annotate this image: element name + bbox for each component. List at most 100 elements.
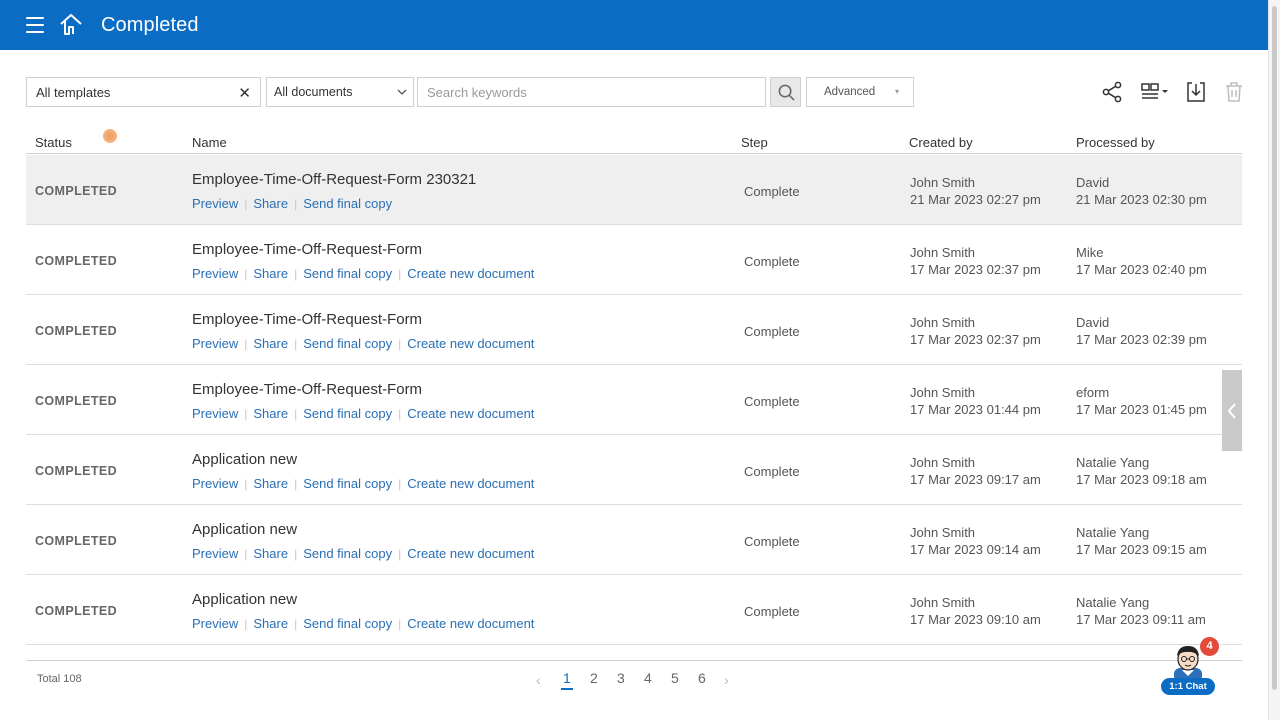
- column-header-processed-by[interactable]: Processed by: [1076, 135, 1155, 150]
- send-final-copy-link[interactable]: Send final copy: [303, 616, 392, 631]
- share-link[interactable]: Share: [253, 406, 288, 421]
- chevron-down-icon: [397, 89, 407, 95]
- documents-filter-select[interactable]: All documents: [266, 77, 414, 107]
- share-link[interactable]: Share: [253, 266, 288, 281]
- created-by-name: John Smith: [910, 525, 976, 540]
- share-link[interactable]: Share: [253, 616, 288, 631]
- document-name[interactable]: Application new: [192, 591, 297, 608]
- template-filter-value: All templates: [36, 85, 111, 100]
- separator: |: [244, 197, 248, 211]
- template-filter[interactable]: All templates ✕: [26, 77, 261, 107]
- document-name[interactable]: Employee-Time-Off-Request-Form: [192, 311, 422, 328]
- send-final-copy-link[interactable]: Send final copy: [303, 196, 392, 211]
- chat-label: 1:1 Chat: [1161, 678, 1215, 695]
- search-input[interactable]: [417, 77, 766, 107]
- table-row[interactable]: COMPLETED Application new Preview | Share | Se…: [26, 575, 1242, 645]
- created-at: 21 Mar 2023 02:27 pm: [910, 191, 1041, 207]
- document-name[interactable]: Application new: [192, 451, 297, 468]
- create-new-document-link[interactable]: Create new document: [407, 406, 534, 421]
- preview-link[interactable]: Preview: [192, 546, 238, 561]
- share-link[interactable]: Share: [253, 546, 288, 561]
- page-6[interactable]: 6: [698, 670, 706, 686]
- separator: |: [294, 267, 298, 281]
- create-new-document-link[interactable]: Create new document: [407, 336, 534, 351]
- share-icon[interactable]: [1100, 80, 1124, 104]
- created-by-cell: John Smith 17 Mar 2023 09:14 am: [910, 525, 1041, 558]
- separator: |: [294, 197, 298, 211]
- vertical-scrollbar[interactable]: [1268, 0, 1280, 720]
- layout-view-icon[interactable]: [1140, 80, 1172, 104]
- scrollbar-thumb[interactable]: [1272, 6, 1277, 690]
- status-badge: COMPLETED: [35, 604, 118, 618]
- column-header-step[interactable]: Step: [741, 135, 768, 150]
- step-value: Complete: [744, 254, 800, 269]
- top-app-bar: Completed: [0, 0, 1268, 50]
- table-row[interactable]: COMPLETED Employee-Time-Off-Request-Form P…: [26, 365, 1242, 435]
- separator: |: [244, 477, 248, 491]
- share-link[interactable]: Share: [253, 336, 288, 351]
- send-final-copy-link[interactable]: Send final copy: [303, 546, 392, 561]
- preview-link[interactable]: Preview: [192, 196, 238, 211]
- menu-icon[interactable]: [26, 17, 44, 33]
- created-by-cell: John Smith 21 Mar 2023 02:27 pm: [910, 175, 1041, 208]
- page-5[interactable]: 5: [671, 670, 679, 686]
- separator: |: [244, 617, 248, 631]
- chat-widget[interactable]: 1:1 Chat 4: [1160, 637, 1220, 698]
- row-actions: Preview | Share | Send final copy | Create new…: [192, 336, 534, 351]
- page-4[interactable]: 4: [644, 670, 652, 686]
- separator: |: [294, 617, 298, 631]
- page-2[interactable]: 2: [590, 670, 598, 686]
- document-name[interactable]: Employee-Time-Off-Request-Form: [192, 381, 422, 398]
- side-panel-toggle[interactable]: [1222, 370, 1242, 451]
- created-by-name: John Smith: [910, 455, 976, 470]
- processed-at: 17 Mar 2023 02:40 pm: [1076, 261, 1207, 277]
- advanced-button[interactable]: Advanced ▾: [806, 77, 914, 107]
- created-by-cell: John Smith 17 Mar 2023 02:37 pm: [910, 245, 1041, 278]
- sort-indicator-icon[interactable]: [103, 129, 117, 143]
- close-icon[interactable]: ✕: [238, 84, 251, 102]
- processed-by-cell: Natalie Yang 17 Mar 2023 09:15 am: [1076, 525, 1207, 558]
- column-header-name[interactable]: Name: [192, 135, 227, 150]
- processed-at: 17 Mar 2023 02:39 pm: [1076, 331, 1207, 347]
- create-new-document-link[interactable]: Create new document: [407, 546, 534, 561]
- create-new-document-link[interactable]: Create new document: [407, 616, 534, 631]
- preview-link[interactable]: Preview: [192, 266, 238, 281]
- send-final-copy-link[interactable]: Send final copy: [303, 406, 392, 421]
- send-final-copy-link[interactable]: Send final copy: [303, 336, 392, 351]
- download-icon[interactable]: [1184, 80, 1208, 104]
- processed-at: 17 Mar 2023 09:18 am: [1076, 471, 1207, 487]
- preview-link[interactable]: Preview: [192, 616, 238, 631]
- table-row[interactable]: COMPLETED Employee-Time-Off-Request-Form …: [26, 155, 1242, 225]
- table-row[interactable]: COMPLETED Application new Preview | Share | Se…: [26, 505, 1242, 575]
- preview-link[interactable]: Preview: [192, 476, 238, 491]
- chevron-left-icon[interactable]: ‹: [536, 672, 541, 688]
- table-row[interactable]: COMPLETED Application new Preview | Share | Se…: [26, 435, 1242, 505]
- document-name[interactable]: Employee-Time-Off-Request-Form 230321: [192, 171, 476, 188]
- home-icon[interactable]: [59, 13, 83, 37]
- share-link[interactable]: Share: [253, 476, 288, 491]
- advanced-label: Advanced: [824, 86, 876, 98]
- trash-icon[interactable]: [1222, 80, 1246, 104]
- page-1[interactable]: 1: [561, 670, 573, 690]
- search-button[interactable]: [770, 77, 801, 107]
- row-actions: Preview | Share | Send final copy | Create new…: [192, 476, 534, 491]
- column-header-created-by[interactable]: Created by: [909, 135, 973, 150]
- caret-down-icon: ▾: [894, 87, 899, 96]
- preview-link[interactable]: Preview: [192, 336, 238, 351]
- share-link[interactable]: Share: [253, 196, 288, 211]
- document-name[interactable]: Employee-Time-Off-Request-Form: [192, 241, 422, 258]
- preview-link[interactable]: Preview: [192, 406, 238, 421]
- row-actions: Preview | Share | Send final copy | Create new…: [192, 546, 534, 561]
- page-3[interactable]: 3: [617, 670, 625, 686]
- document-name[interactable]: Application new: [192, 521, 297, 538]
- send-final-copy-link[interactable]: Send final copy: [303, 266, 392, 281]
- chevron-right-icon[interactable]: ›: [724, 672, 729, 688]
- send-final-copy-link[interactable]: Send final copy: [303, 476, 392, 491]
- create-new-document-link[interactable]: Create new document: [407, 266, 534, 281]
- step-value: Complete: [744, 604, 800, 619]
- column-header-status[interactable]: Status: [35, 135, 72, 150]
- table-row[interactable]: COMPLETED Employee-Time-Off-Request-Form P…: [26, 225, 1242, 295]
- step-value: Complete: [744, 534, 800, 549]
- create-new-document-link[interactable]: Create new document: [407, 476, 534, 491]
- table-row[interactable]: COMPLETED Employee-Time-Off-Request-Form P…: [26, 295, 1242, 365]
